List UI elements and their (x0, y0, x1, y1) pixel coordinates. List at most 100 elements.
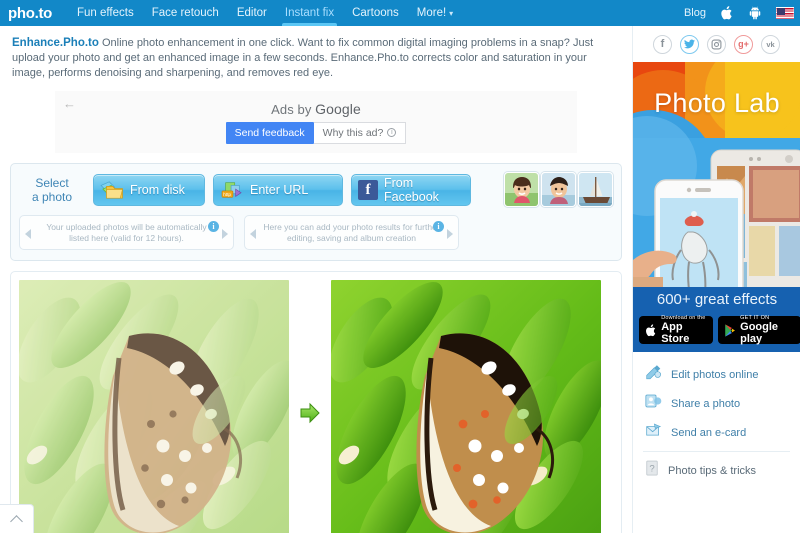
vk-glyph: vk (766, 39, 775, 49)
strip-line2: listed here (valid for 12 hours). (69, 232, 184, 243)
svg-text:?: ? (649, 464, 654, 475)
nav-label: Editor (236, 7, 267, 19)
send-feedback-button[interactable]: Send feedback (225, 121, 314, 144)
scroll-to-top-button[interactable] (0, 504, 34, 533)
sample-photo-woman[interactable] (504, 172, 539, 207)
sample-photo-boat[interactable] (578, 172, 613, 207)
main-nav: Fun effects Face retouch Editor Instant … (68, 0, 462, 26)
ads-by-text: Ads by (271, 101, 312, 117)
google-play-main: Google play (740, 321, 779, 345)
us-flag-icon[interactable] (776, 7, 794, 19)
folder-icon (100, 180, 123, 199)
chevron-up-icon (10, 514, 23, 528)
envelope-icon (645, 422, 662, 443)
blog-link[interactable]: Blog (684, 7, 706, 19)
vk-icon[interactable]: vk (761, 34, 780, 54)
sidebar-item-photo-tips-tricks[interactable]: ? Photo tips & tricks (633, 456, 800, 485)
photo-lab-title: Photo Lab (654, 88, 780, 118)
strip-left-arrow-icon[interactable] (250, 229, 256, 239)
info-icon[interactable]: i (433, 221, 444, 232)
main-content: Enhance.Pho.to Online photo enhancement … (0, 26, 632, 533)
why-this-ad-button[interactable]: Why this ad? i (313, 121, 407, 144)
app-store-main: App Store (661, 321, 690, 345)
nav-item-instant-fix[interactable]: Instant fix (276, 0, 343, 26)
twitter-icon[interactable] (680, 34, 699, 54)
pen-photo-icon (645, 364, 662, 385)
google-ads-block: ← Ads by Google Send feedback Why this a… (55, 91, 577, 153)
info-icon[interactable]: i (208, 221, 219, 232)
sidebar-item-share-a-photo[interactable]: Share a photo (633, 389, 800, 418)
sidebar-link-label: Photo tips & tricks (668, 464, 757, 477)
photo-lab-ad-banner[interactable]: Photo Lab 600+ great effects Download on… (633, 62, 800, 352)
green-right-arrow-icon (297, 280, 323, 533)
nav-item-face-retouch[interactable]: Face retouch (143, 0, 228, 26)
uploaded-photos-strip[interactable]: Your uploaded photos will be automatical… (19, 215, 234, 250)
page-title: Enhance.Pho.to (12, 37, 99, 49)
nav-label: Cartoons (352, 7, 399, 19)
select-label-line2: a photo (31, 189, 73, 204)
facebook-icon[interactable]: f (653, 34, 672, 54)
android-icon[interactable] (748, 5, 762, 21)
instagram-icon[interactable] (707, 34, 726, 54)
why-this-ad-label: Why this ad? (322, 126, 384, 139)
nav-item-more[interactable]: More! ▾ (408, 0, 462, 26)
select-photo-panel: Select a photo From disk http Enter URL … (10, 163, 622, 261)
nav-label: More! (416, 7, 447, 19)
app-store-badge[interactable]: Download on the App Store (639, 315, 713, 345)
top-navbar: pho.to Fun effects Face retouch Editor I… (0, 0, 800, 26)
strip-line1: Your uploaded photos will be automatical… (46, 221, 207, 232)
enter-url-button[interactable]: http Enter URL (213, 173, 343, 206)
photo-strips: Your uploaded photos will be automatical… (19, 215, 613, 250)
nav-label: Face retouch (151, 7, 219, 19)
right-sidebar: f g+ vk Photo Lab 600+ great effects Dow… (632, 26, 800, 533)
ads-buttons-group: Send feedback Why this ad? i (225, 121, 407, 144)
photo-results-strip[interactable]: Here you can add your photo results for … (244, 215, 459, 250)
svg-text:http: http (223, 191, 231, 197)
nav-item-cartoons[interactable]: Cartoons (343, 0, 408, 26)
strip-line1: Here you can add your photo results for … (263, 221, 440, 232)
select-photo-row: Select a photo From disk http Enter URL … (19, 172, 613, 207)
from-facebook-button[interactable]: f From Facebook (351, 173, 471, 206)
page-intro: Enhance.Pho.to Online photo enhancement … (10, 34, 622, 87)
sidebar-item-send-an-ecard[interactable]: Send an e-card (633, 418, 800, 447)
site-logo[interactable]: pho.to (0, 5, 68, 22)
from-disk-button[interactable]: From disk (93, 173, 205, 206)
gplus-glyph: g+ (738, 39, 749, 49)
google-plus-icon[interactable]: g+ (734, 34, 753, 54)
sidebar-link-label: Send an e-card (671, 426, 747, 439)
url-icon: http (221, 181, 242, 197)
social-icons-row: f g+ vk (633, 26, 800, 62)
google-logo-text: Google (315, 100, 361, 117)
enhanced-butterfly-photo[interactable] (331, 280, 601, 533)
google-play-badge[interactable]: GET IT ON Google play (717, 315, 800, 345)
page-root: pho.to Fun effects Face retouch Editor I… (0, 0, 800, 533)
nav-label: Fun effects (77, 7, 134, 19)
ads-back-arrow-icon[interactable]: ← (63, 97, 76, 110)
strip-left-arrow-icon[interactable] (25, 229, 31, 239)
sidebar-divider (643, 451, 790, 452)
sidebar-item-edit-photos-online[interactable]: Edit photos online (633, 360, 800, 389)
sidebar-link-label: Edit photos online (671, 368, 759, 381)
sample-photo-man[interactable] (541, 172, 576, 207)
select-photo-label: Select a photo (19, 176, 85, 204)
sidebar-links: Edit photos online Share a photo Send an… (633, 352, 800, 485)
apple-icon[interactable] (720, 5, 734, 21)
share-card-icon (645, 393, 662, 414)
select-label-line1: Select (35, 175, 69, 190)
ads-by-google-label: Ads by Google (271, 101, 361, 117)
great-effects-label: 600+ great effects (656, 291, 778, 308)
chevron-down-icon: ▾ (449, 8, 454, 18)
nav-item-fun-effects[interactable]: Fun effects (68, 0, 143, 26)
strip-right-arrow-icon[interactable] (222, 229, 228, 239)
strip-right-arrow-icon[interactable] (447, 229, 453, 239)
uploaded-photos-text: Your uploaded photos will be automatical… (36, 222, 217, 244)
original-butterfly-photo[interactable] (19, 280, 289, 533)
sample-thumbnails (504, 172, 613, 207)
nav-right-group: Blog (684, 5, 800, 21)
photo-results-text: Here you can add your photo results for … (261, 222, 442, 244)
question-icon: ? (645, 460, 659, 481)
from-facebook-label: From Facebook (384, 175, 439, 204)
nav-item-editor[interactable]: Editor (228, 0, 276, 26)
strip-line2: editing, saving and album creation (287, 232, 416, 243)
store-badges-row: Download on the App Store GET IT ON Goog… (639, 315, 800, 345)
